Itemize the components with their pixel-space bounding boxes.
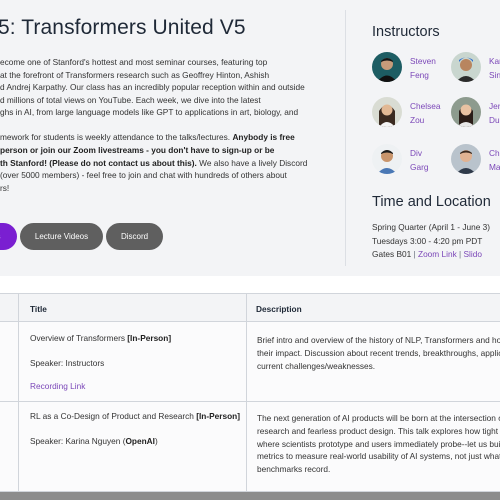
lecture-description: Brief intro and overview of the history … [257, 334, 500, 372]
avatar [451, 52, 481, 82]
lecture-title: Overview of Transformers [In-Person] [30, 332, 171, 345]
column-divider [246, 293, 247, 492]
instructor-first-name: Ch [489, 148, 500, 158]
column-divider [18, 293, 19, 492]
instructor-name[interactable]: Steven Feng [410, 54, 436, 82]
instructor-card[interactable]: Ch Ma [451, 144, 500, 174]
instructor-last-name: Ma [489, 162, 500, 172]
lecture-tag: [In-Person] [196, 411, 240, 421]
avatar [372, 144, 402, 174]
intro-paragraph: ecome one of Stanford's hottest and most… [0, 56, 322, 119]
separator: | [459, 249, 462, 259]
description-line: their impact. Discussion about recent tr… [257, 347, 500, 358]
lecture-title-text: RL as a Co-Design of Product and Researc… [30, 411, 197, 421]
description-line: The next generation of AI products will … [257, 413, 500, 423]
table-row: RL as a Co-Design of Product and Researc… [0, 402, 500, 492]
discord-button[interactable]: Discord [106, 223, 163, 250]
attendance-paragraph: mework for students is weekly attendance… [0, 131, 322, 194]
zoom-link[interactable]: Zoom Link [418, 249, 457, 259]
instructor-name[interactable]: Kar Sin [489, 54, 500, 82]
slido-link[interactable]: Slido [464, 249, 482, 259]
recording-link[interactable]: Recording Link [30, 381, 85, 391]
speaker-text: ) [154, 436, 158, 446]
avatar [372, 52, 402, 82]
separator: | [413, 249, 416, 259]
schedule-text: Tuesdays 3:00 - 4:20 pm PDT [372, 235, 483, 246]
instructor-last-name: Du [489, 115, 500, 125]
lecture-tag: [In-Person] [127, 333, 172, 343]
policy-bold-text: th Stanford! (Please do not contact us a… [0, 157, 197, 168]
description-line: research and fearless product design. Th… [257, 425, 500, 436]
instructor-first-name: Chelsea [410, 101, 441, 111]
instructor-name[interactable]: Chelsea Zou [410, 99, 440, 127]
instructor-card[interactable]: Kar Sin [451, 52, 500, 82]
course-intro: ecome one of Stanford's hottest and most… [0, 56, 322, 207]
policy-text: mework for students is weekly attendance… [0, 132, 233, 143]
time-location-heading: Time and Location [372, 194, 491, 210]
description-line: metrics to measure real-world usability … [257, 451, 500, 462]
instructor-name[interactable]: Jer Du [489, 99, 500, 127]
quarter-text: Spring Quarter (April 1 - June 3) [372, 222, 491, 232]
lecture-videos-button[interactable]: Lecture Videos [20, 223, 103, 250]
schedule-button[interactable]: s [0, 223, 17, 250]
instructor-last-name: Sin [489, 70, 500, 80]
instructor-first-name: Kar [489, 56, 500, 66]
table-header-row: Title Description [0, 293, 500, 322]
avatar [372, 97, 402, 127]
column-header-title: Title [30, 304, 47, 314]
lecture-title: RL as a Co-Design of Product and Researc… [30, 410, 240, 423]
policy-text: rs! [0, 182, 10, 193]
course-title: 5: Transformers United V5 [0, 16, 246, 39]
time-location-details: Spring Quarter (April 1 - June 3) Tuesda… [372, 221, 490, 262]
course-hero: 5: Transformers United V5 ecome one of S… [0, 0, 500, 276]
intro-line: d millions of total views on YouTube. Ea… [0, 94, 261, 105]
description-line: where scientists prototype and users imm… [257, 438, 500, 449]
hero-divider [345, 10, 346, 266]
description-line: current challenges/weaknesses. [257, 360, 376, 371]
lecture-speaker: Speaker: Instructors [30, 358, 105, 368]
lecture-title-text: Overview of Transformers [30, 333, 128, 343]
instructor-name[interactable]: Div Garg [410, 146, 428, 174]
policy-text: We also have a lively Discord [196, 157, 308, 168]
speaker-org: OpenAI [125, 436, 155, 446]
description-line: Brief intro and overview of the history … [257, 335, 500, 345]
instructor-card[interactable]: Div Garg [372, 144, 428, 174]
column-header-description: Description [256, 304, 302, 314]
instructor-name[interactable]: Ch Ma [489, 146, 500, 174]
speaker-text: Speaker: Karina Nguyen ( [30, 436, 126, 446]
intro-line: ghs in AI, from large language models li… [0, 107, 299, 118]
policy-bold-text: Anybody is free [232, 132, 295, 143]
avatar [451, 97, 481, 127]
instructor-first-name: Steven [410, 56, 436, 66]
avatar [451, 144, 481, 174]
room-text: Gates B01 [372, 249, 412, 259]
table-row: Overview of Transformers [In-Person] Spe… [0, 322, 500, 402]
lecture-description: The next generation of AI products will … [257, 412, 500, 476]
intro-line: at the forefront of Transformers researc… [0, 69, 270, 80]
intro-line: d Andrej Karpathy. Our class has an incr… [0, 82, 305, 93]
instructor-first-name: Jer [489, 101, 500, 111]
lecture-speaker: Speaker: Karina Nguyen (OpenAI) [30, 435, 158, 448]
instructor-last-name: Zou [410, 115, 425, 125]
policy-bold-text: person or join our Zoom livestreams - yo… [0, 145, 275, 156]
instructor-last-name: Feng [410, 70, 429, 80]
policy-text: (over 5000 members) - feel free to join … [0, 170, 287, 181]
instructor-card[interactable]: Chelsea Zou [372, 97, 440, 127]
instructor-card[interactable]: Steven Feng [372, 52, 436, 82]
instructor-card[interactable]: Jer Du [451, 97, 500, 127]
intro-line: ecome one of Stanford's hottest and most… [0, 57, 268, 67]
horizontal-scrollbar[interactable] [0, 492, 500, 500]
description-line: benchmarks record. [257, 464, 331, 475]
instructors-heading: Instructors [372, 24, 440, 40]
instructor-first-name: Div [410, 148, 422, 158]
instructor-last-name: Garg [410, 162, 429, 172]
